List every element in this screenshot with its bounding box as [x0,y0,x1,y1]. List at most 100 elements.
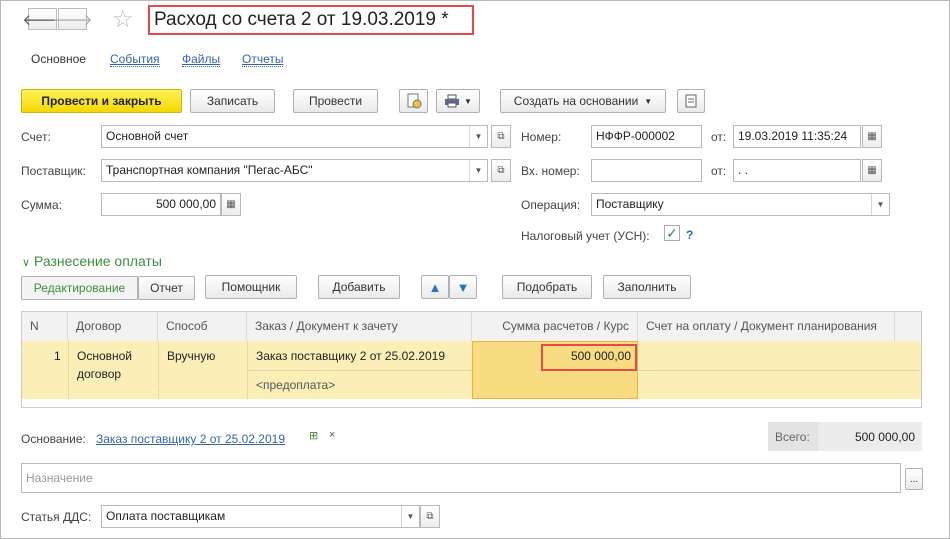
chevron-down-icon: ∨ [22,257,31,269]
in-number-label: Вх. номер: [521,164,580,178]
supplier-select[interactable]: Транспортная компания "Пегас-АБС" ▼ [101,159,488,182]
attachments-button[interactable] [677,89,705,113]
move-down-button[interactable]: ▼ [449,275,477,299]
cell-divider [247,370,472,371]
open-dds-button[interactable]: ⧉ [420,505,440,528]
calculator-icon: ▦ [226,199,236,210]
chevron-down-icon[interactable]: ▼ [401,506,419,527]
tab-events[interactable]: События [110,52,160,67]
post-button[interactable]: Провести [293,89,378,113]
star-icon[interactable]: ☆ [112,5,134,34]
dds-label: Статья ДДС: [21,510,92,524]
move-up-button[interactable]: ▲ [421,275,449,299]
row-order: Заказ поставщику 2 от 25.02.2019 [256,349,445,363]
account-select[interactable]: Основной счет ▼ [101,125,488,148]
date-input[interactable]: 19.03.2019 11:35:24 [733,125,861,148]
post-and-close-button[interactable]: Провести и закрыть [21,89,182,113]
column-header-extra [895,312,921,341]
operation-select[interactable]: Поставщику ▼ [591,193,890,216]
column-header-invoice[interactable]: Счет на оплату / Документ планирования [638,312,895,341]
number-label: Номер: [521,130,562,144]
page-title: Расход со счета 2 от 19.03.2019 * [148,5,474,35]
report-mode-toggle[interactable]: Отчет [138,276,195,300]
column-header-order[interactable]: Заказ / Документ к зачету [247,312,472,341]
supplier-value: Транспортная компания "Пегас-АБС" [106,163,313,177]
add-basis-icon[interactable]: ⊞ [309,429,318,442]
purpose-edit-button[interactable]: ... [905,468,923,490]
clear-basis-icon[interactable]: × [329,429,335,441]
operation-value: Поставщику [596,197,664,211]
arrow-right-icon: 🡒 [52,11,93,29]
purpose-input[interactable]: Назначение [21,463,901,493]
column-header-n[interactable]: N [22,312,68,341]
open-icon: ⧉ [497,131,505,142]
open-icon: ⧉ [497,165,505,176]
add-button[interactable]: Добавить [318,275,400,299]
number-input[interactable]: НФФР-000002 [591,125,702,148]
chevron-down-icon: ▼ [464,96,472,106]
open-account-button[interactable]: ⧉ [491,125,511,148]
sum-input[interactable]: 500 000,00 [101,193,221,216]
tax-label: Налоговый учет (УСН): [521,229,650,243]
chevron-down-icon[interactable]: ▼ [469,126,487,147]
account-value: Основной счет [106,129,189,143]
dds-value: Оплата поставщикам [106,509,226,523]
in-date-picker-button[interactable]: ▦ [862,159,882,182]
helper-button[interactable]: Помощник [205,275,297,299]
edit-mode-toggle[interactable]: Редактирование [21,276,138,300]
document-clock-icon [407,93,421,109]
in-number-input[interactable] [591,159,702,182]
fill-button[interactable]: Заполнить [603,275,691,299]
tab-reports[interactable]: Отчеты [242,52,284,67]
column-header-amount[interactable]: Сумма расчетов / Курс [472,312,638,341]
create-based-on-label: Создать на основании [513,94,639,108]
forward-button[interactable]: 🡒 [52,8,93,30]
report-structure-button[interactable] [399,89,428,113]
date-label: от: [711,130,727,144]
in-date-label: от: [711,164,727,178]
calculator-button[interactable]: ▦ [221,193,241,216]
operation-label: Операция: [521,198,581,212]
printer-icon [445,94,460,108]
create-based-on-button[interactable]: Создать на основании ▼ [500,89,666,113]
row-method: Вручную [167,349,216,363]
tax-checkbox[interactable]: ✓ [664,225,680,241]
tab-files[interactable]: Файлы [182,52,221,67]
total-value: 500 000,00 [818,422,922,451]
in-date-input[interactable]: . . [733,159,861,182]
open-supplier-button[interactable]: ⧉ [491,159,511,182]
column-header-method[interactable]: Способ [158,312,247,341]
basis-link[interactable]: Заказ поставщику 2 от 25.02.2019 [96,432,285,446]
cell-divider [68,341,69,399]
total-label: Всего: [775,430,810,444]
allocation-section-title[interactable]: ∨ Разнесение оплаты [22,253,162,269]
tab-main[interactable]: Основное [31,52,86,66]
save-button[interactable]: Записать [190,89,275,113]
purpose-placeholder: Назначение [26,471,93,485]
cell-divider [158,341,159,399]
pick-button[interactable]: Подобрать [502,275,592,299]
chevron-down-icon[interactable]: ▼ [871,194,889,215]
account-label: Счет: [21,130,51,144]
calendar-icon: ▦ [867,131,877,142]
dds-select[interactable]: Оплата поставщикам ▼ [101,505,420,528]
supplier-label: Поставщик: [21,164,86,178]
row-number: 1 [54,349,61,363]
column-header-contract[interactable]: Договор [68,312,158,341]
arrow-down-icon: ▼ [456,279,470,295]
chevron-down-icon[interactable]: ▼ [469,160,487,181]
row-order-sub: <предоплата> [256,378,336,392]
row-contract-line2: договор [77,367,122,381]
date-picker-button[interactable]: ▦ [862,125,882,148]
row-contract-line1: Основной [77,349,133,363]
basis-label: Основание: [21,432,86,446]
calendar-icon: ▦ [867,165,877,176]
allocation-title-label: Разнесение оплаты [33,253,162,269]
amount-highlight-frame [541,344,637,371]
help-icon[interactable]: ? [686,228,693,242]
document-icon [685,94,697,108]
cell-divider [638,370,921,371]
print-button[interactable]: ▼ [436,89,480,113]
total-panel: Всего: 500 000,00 [768,422,922,451]
allocation-table: N Договор Способ Заказ / Документ к заче… [21,311,922,408]
